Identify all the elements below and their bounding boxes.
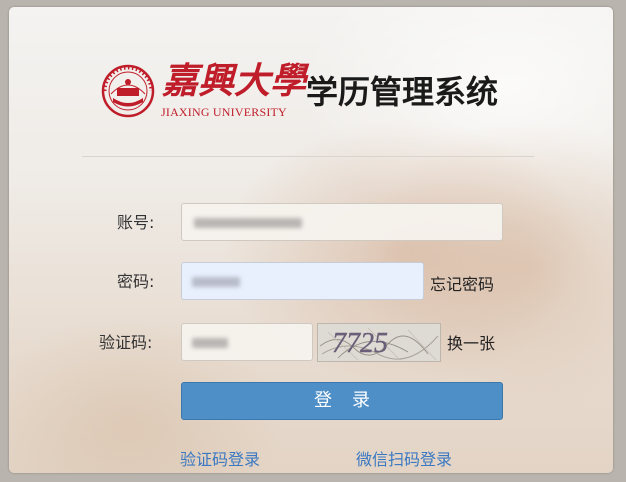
school-name-cn: 嘉興大學	[162, 60, 307, 102]
captcha-label: 验证码:	[99, 333, 153, 352]
university-emblem-icon	[101, 64, 155, 118]
refresh-captcha-link[interactable]: 换一张	[447, 334, 495, 354]
captcha-input[interactable]	[181, 323, 313, 361]
login-card: 嘉興大學 JIAXING UNIVERSITY 学历管理系统 账号: 密码: 忘…	[9, 7, 613, 473]
captcha-noise-icon: 7725	[319, 327, 439, 361]
captcha-masked-value	[192, 338, 228, 348]
login-button[interactable]: 登录	[181, 382, 503, 420]
forgot-password-link[interactable]: 忘记密码	[430, 275, 494, 295]
wechat-login-link[interactable]: 微信扫码登录	[356, 450, 452, 470]
password-input[interactable]	[181, 262, 424, 300]
header-divider	[82, 156, 534, 157]
account-label: 账号:	[117, 213, 155, 232]
page-title: 学历管理系统	[306, 73, 499, 111]
sms-login-link[interactable]: 验证码登录	[180, 450, 260, 470]
account-input[interactable]	[181, 203, 503, 241]
password-masked-value	[192, 277, 240, 287]
account-masked-value	[194, 218, 302, 228]
school-name-en: JIAXING UNIVERSITY	[161, 105, 287, 119]
captcha-text: 7725	[332, 328, 388, 359]
captcha-image[interactable]: 7725	[317, 323, 441, 362]
password-label: 密码:	[117, 272, 155, 291]
